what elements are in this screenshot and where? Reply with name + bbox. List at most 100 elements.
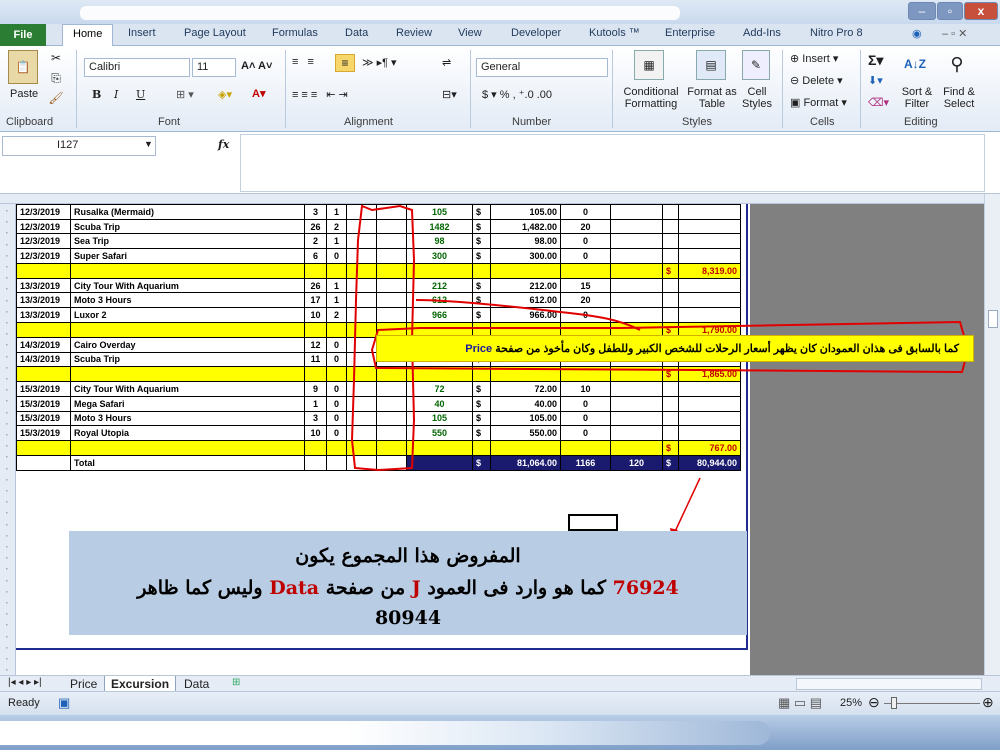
row-number[interactable]: ▪: [1, 499, 13, 504]
row-number[interactable]: ▪: [1, 555, 13, 560]
empty-cell[interactable]: [304, 454, 327, 471]
empty-cell[interactable]: [610, 439, 663, 456]
price-value[interactable]: 105: [406, 204, 473, 220]
trip-date[interactable]: 13/3/2019: [16, 277, 71, 294]
price-adult-cell[interactable]: [346, 248, 377, 264]
adults-count[interactable]: 2: [304, 233, 327, 250]
subtotal-value[interactable]: 767.00: [678, 439, 741, 456]
amount-value[interactable]: 72.00: [490, 381, 561, 397]
row-number[interactable]: ▪: [1, 656, 13, 661]
price-adult-cell[interactable]: [346, 204, 377, 220]
adults-count[interactable]: 26: [304, 218, 327, 235]
tab-page-layout[interactable]: Page Layout: [184, 27, 246, 39]
align-top-icon[interactable]: ≡ ≡: [292, 56, 317, 68]
empty-cell[interactable]: [406, 454, 473, 471]
amount-value[interactable]: 300.00: [490, 248, 561, 264]
clear-icon[interactable]: ⌫▾: [868, 96, 889, 109]
fill-color-icon[interactable]: ◈▾: [218, 88, 232, 101]
conditional-formatting-button[interactable]: Conditional Formatting: [618, 86, 684, 110]
bold-button[interactable]: B: [92, 88, 101, 101]
empty-cell[interactable]: [610, 366, 663, 383]
row-number[interactable]: ▪: [1, 219, 13, 224]
empty-cell[interactable]: [662, 307, 679, 323]
row-number[interactable]: ▪: [1, 242, 13, 247]
price-adult-cell[interactable]: [346, 381, 377, 397]
empty-cell[interactable]: [662, 395, 679, 412]
italic-button[interactable]: I: [114, 88, 118, 101]
active-cell-cursor[interactable]: [568, 514, 618, 531]
price-adult-cell[interactable]: [346, 218, 377, 235]
empty-cell[interactable]: [326, 454, 347, 471]
row-number[interactable]: ▪: [1, 432, 13, 437]
empty-cell[interactable]: [662, 204, 679, 220]
row-number[interactable]: ▪: [1, 376, 13, 381]
zoom-slider-thumb[interactable]: [891, 697, 897, 709]
price-adult-cell[interactable]: [346, 425, 377, 441]
ribbon-window-controls[interactable]: – ▫ ✕: [942, 27, 967, 40]
sheet-tab-excursion[interactable]: Excursion: [104, 676, 177, 692]
row-number[interactable]: ▪: [1, 275, 13, 280]
empty-cell[interactable]: [16, 454, 71, 471]
trip-date[interactable]: 15/3/2019: [16, 381, 71, 397]
row-number[interactable]: ▪: [1, 622, 13, 627]
trip-name[interactable]: Sea Trip: [70, 233, 305, 250]
horizontal-scrollbar[interactable]: [796, 678, 982, 690]
tab-add-ins[interactable]: Add-Ins: [743, 27, 781, 39]
trip-date[interactable]: 13/3/2019: [16, 292, 71, 309]
row-number[interactable]: ▪: [1, 354, 13, 359]
empty-cell[interactable]: [610, 425, 663, 441]
empty-cell[interactable]: [678, 381, 741, 397]
row-number[interactable]: ▪: [1, 578, 13, 583]
format-as-table-button[interactable]: Format as Table: [686, 86, 738, 110]
empty-cell[interactable]: [376, 366, 407, 383]
empty-cell[interactable]: [70, 321, 305, 338]
empty-cell[interactable]: [662, 277, 679, 294]
price-value[interactable]: 1482: [406, 218, 473, 235]
empty-cell[interactable]: [560, 262, 611, 279]
empty-cell[interactable]: [406, 262, 473, 279]
row-number[interactable]: ▪: [1, 309, 13, 314]
zoom-slider[interactable]: [884, 703, 980, 704]
empty-cell[interactable]: [678, 233, 741, 250]
empty-cell[interactable]: [662, 248, 679, 264]
count-value[interactable]: 20: [560, 292, 611, 309]
underline-button[interactable]: U: [136, 88, 145, 101]
empty-cell[interactable]: [70, 262, 305, 279]
total-amount[interactable]: 81,064.00: [490, 454, 561, 471]
children-count[interactable]: 0: [326, 410, 347, 427]
empty-cell[interactable]: [610, 307, 663, 323]
empty-cell[interactable]: [678, 425, 741, 441]
amount-currency[interactable]: $: [472, 307, 491, 323]
tab-kutools[interactable]: Kutools ™: [589, 27, 640, 39]
price-adult-cell[interactable]: [346, 307, 377, 323]
empty-cell[interactable]: [70, 366, 305, 383]
row-number[interactable]: ▪: [1, 589, 13, 594]
sheet-tab-data[interactable]: Data: [178, 676, 215, 692]
row-number[interactable]: ▪: [1, 410, 13, 415]
row-number[interactable]: ▪: [1, 466, 13, 471]
tab-view[interactable]: View: [458, 27, 482, 39]
tab-enterprise[interactable]: Enterprise: [665, 27, 715, 39]
empty-cell[interactable]: [472, 439, 491, 456]
trip-name[interactable]: Moto 3 Hours: [70, 292, 305, 309]
price-value[interactable]: 966: [406, 307, 473, 323]
empty-cell[interactable]: [678, 204, 741, 220]
empty-cell[interactable]: [326, 439, 347, 456]
name-box-dropdown-icon[interactable]: ▼: [144, 139, 153, 149]
empty-cell[interactable]: [678, 292, 741, 309]
price-value[interactable]: 40: [406, 395, 473, 412]
empty-cell[interactable]: [678, 248, 741, 264]
row-number[interactable]: ▪: [1, 208, 13, 213]
empty-cell[interactable]: [16, 439, 71, 456]
empty-cell[interactable]: [346, 366, 377, 383]
empty-cell[interactable]: [304, 366, 327, 383]
adults-count[interactable]: 6: [304, 248, 327, 264]
empty-cell[interactable]: [326, 366, 347, 383]
subtotal-currency[interactable]: $: [662, 439, 679, 456]
price-child-cell[interactable]: [376, 248, 407, 264]
adults-count[interactable]: 9: [304, 381, 327, 397]
cell-styles-button[interactable]: Cell Styles: [738, 86, 776, 110]
trip-name[interactable]: Rusalka (Mermaid): [70, 204, 305, 220]
trip-name[interactable]: Super Safari: [70, 248, 305, 264]
accounting-format-icon[interactable]: $ ▾ % , ⁺.0 .00: [482, 88, 552, 101]
